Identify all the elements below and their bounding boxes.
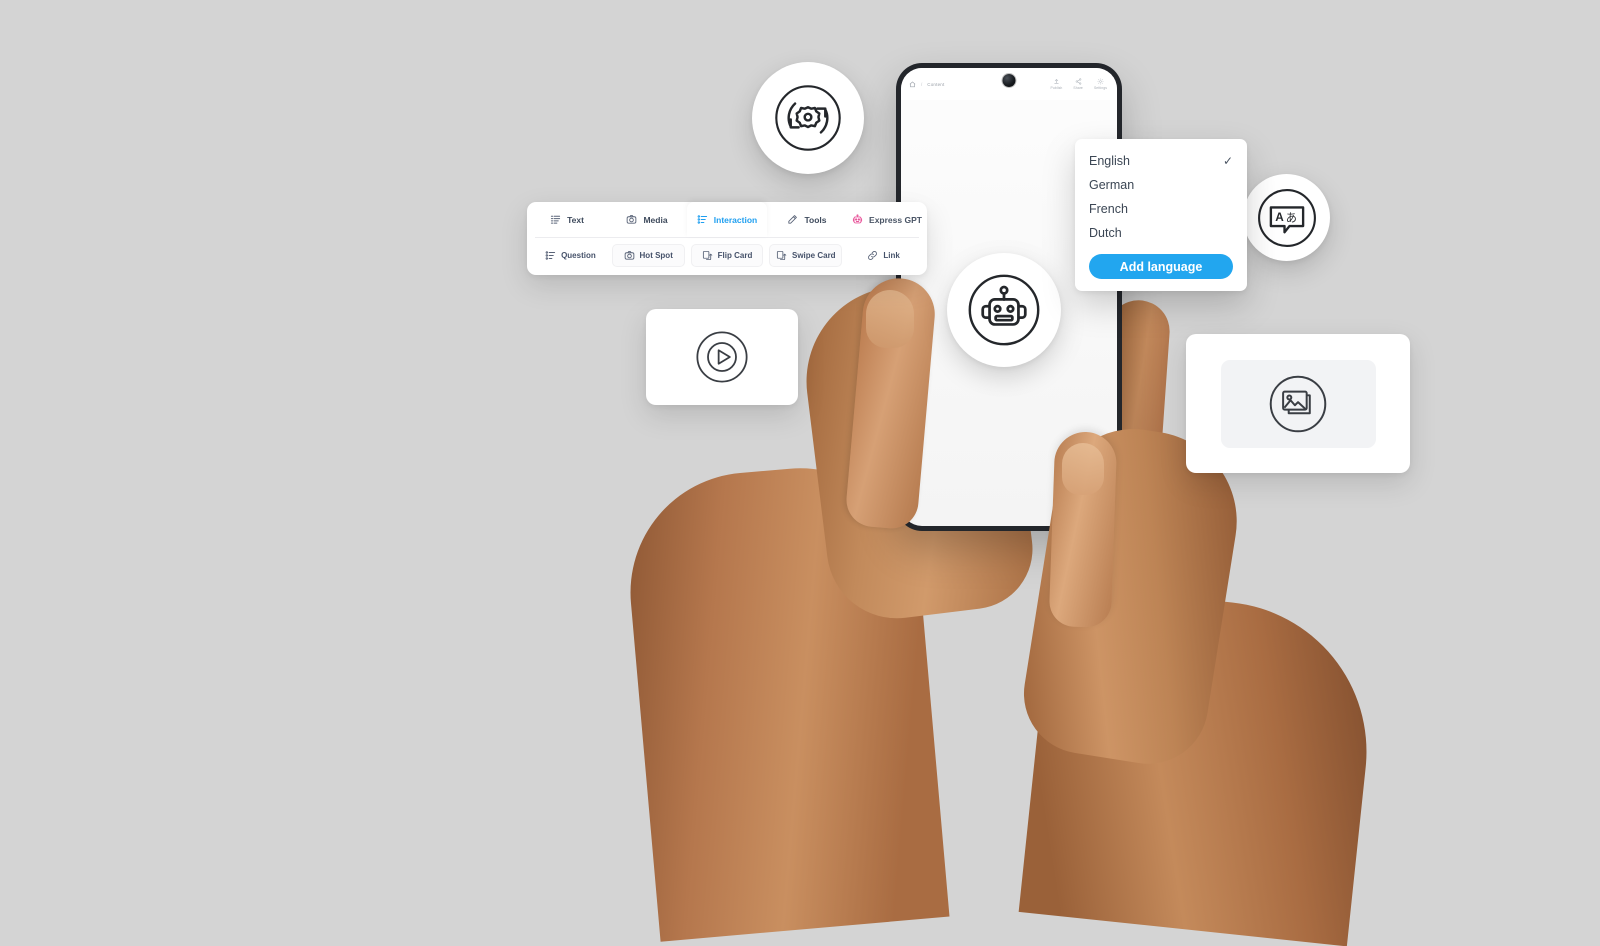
language-dropdown: English ✓ German French Dutch Add langua… (1075, 139, 1247, 291)
language-label: English (1089, 154, 1130, 168)
breadcrumb-separator: / (921, 81, 923, 87)
item-question[interactable]: Question (535, 245, 606, 266)
gear-refresh-icon (775, 85, 841, 151)
tab-express-gpt-label: Express GPT (869, 214, 922, 225)
tab-tools-label: Tools (804, 214, 827, 225)
item-swipe-card-label: Swipe Card (792, 251, 836, 260)
robot-icon (968, 274, 1040, 346)
interaction-list-icon (697, 214, 708, 225)
language-option-french[interactable]: French (1075, 197, 1247, 221)
toolbar-items: Question Hot Spot Flip Card Swipe Card L… (527, 238, 927, 275)
tab-media[interactable]: Media (607, 202, 687, 237)
language-option-english[interactable]: English ✓ (1075, 149, 1247, 173)
tab-tools[interactable]: Tools (767, 202, 847, 237)
svg-text:あ: あ (1285, 211, 1296, 224)
image-card[interactable] (1186, 334, 1410, 473)
publish-label: Publish (1050, 86, 1063, 90)
image-stack-icon (1269, 375, 1327, 432)
share-label: Share (1073, 86, 1083, 90)
language-label: French (1089, 202, 1128, 216)
language-option-german[interactable]: German (1075, 173, 1247, 197)
check-icon: ✓ (1222, 154, 1233, 168)
editor-toolbar: Text Media Interaction Tools Express GPT… (527, 202, 927, 275)
translate-icon: A あ (1257, 188, 1316, 247)
toolbar-tabs: Text Media Interaction Tools Express GPT (527, 202, 927, 237)
scene: / Content Publish Share Settings A あ Tex… (0, 0, 1600, 946)
play-circle-icon (696, 331, 748, 383)
tab-interaction[interactable]: Interaction (687, 202, 767, 237)
settings-action[interactable]: Settings (1094, 78, 1107, 90)
left-thumb-nail (866, 290, 914, 348)
robot-pink-icon (852, 214, 863, 225)
breadcrumb-current[interactable]: Content (927, 82, 944, 87)
svg-text:A: A (1275, 211, 1284, 224)
front-camera (1002, 74, 1016, 87)
item-link-label: Link (883, 251, 900, 260)
language-label: German (1089, 178, 1135, 192)
tab-interaction-label: Interaction (713, 214, 758, 225)
right-index-nail (1062, 443, 1104, 495)
item-hot-spot[interactable]: Hot Spot (611, 244, 685, 267)
home-icon[interactable] (909, 80, 916, 88)
flip-card-icon (702, 250, 713, 261)
language-label: Dutch (1089, 226, 1122, 240)
app-topbar: / Content Publish Share Settings (901, 68, 1117, 100)
text-lines-icon (550, 214, 561, 225)
add-language-button[interactable]: Add language (1089, 254, 1233, 279)
item-flip-card-label: Flip Card (717, 251, 753, 260)
swipe-card-icon (776, 250, 787, 261)
item-swipe-card[interactable]: Swipe Card (769, 244, 843, 267)
image-placeholder (1220, 359, 1376, 448)
publish-action[interactable]: Publish (1051, 78, 1063, 90)
language-option-dutch[interactable]: Dutch (1075, 221, 1247, 245)
hotspot-circle-icon (624, 250, 635, 261)
item-question-label: Question (561, 251, 596, 260)
share-action[interactable]: Share (1073, 78, 1083, 90)
item-link[interactable]: Link (848, 245, 919, 266)
item-hot-spot-label: Hot Spot (639, 251, 673, 260)
tab-text-label: Text (567, 214, 584, 225)
video-card[interactable] (646, 309, 798, 405)
tab-express-gpt[interactable]: Express GPT (847, 202, 927, 237)
share-icon (1075, 78, 1082, 85)
tab-text[interactable]: Text (527, 202, 607, 237)
settings-icon (1097, 78, 1104, 85)
breadcrumb[interactable]: / Content (909, 80, 944, 88)
topbar-actions: Publish Share Settings (1051, 78, 1109, 90)
question-list-icon (545, 250, 556, 261)
publish-icon (1053, 78, 1060, 85)
settings-label: Settings (1093, 86, 1107, 90)
ai-robot-badge[interactable] (947, 253, 1061, 367)
camera-circle-icon (626, 214, 637, 225)
sync-settings-badge[interactable] (752, 62, 864, 174)
translate-badge[interactable]: A あ (1243, 174, 1330, 261)
tab-media-label: Media (643, 214, 668, 225)
link-icon (867, 250, 878, 261)
item-flip-card[interactable]: Flip Card (690, 244, 764, 267)
pencil-icon (787, 214, 798, 225)
